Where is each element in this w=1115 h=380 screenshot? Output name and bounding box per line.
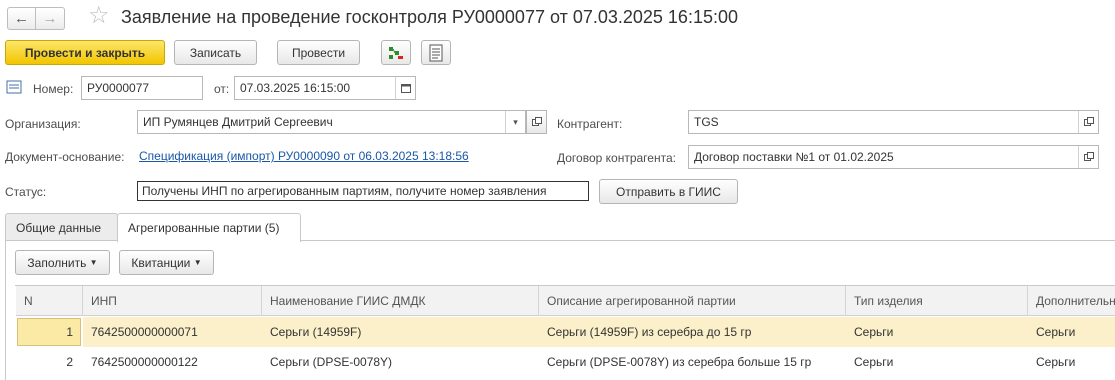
column-header[interactable]: Описание агрегированной партии bbox=[539, 286, 846, 316]
contract-open-icon[interactable] bbox=[1078, 146, 1098, 168]
extra-cell: Серьги bbox=[1036, 325, 1076, 339]
structure-icon bbox=[389, 46, 403, 59]
report-icon bbox=[429, 44, 443, 61]
favorite-star-icon[interactable]: ☆ bbox=[88, 4, 110, 28]
base-doc-link[interactable]: Спецификация (импорт) РУ0000090 от 06.03… bbox=[139, 149, 469, 163]
date-value: 07.03.2025 16:15:00 bbox=[240, 81, 351, 95]
window-title: Заявление на проведение госконтроля РУ00… bbox=[121, 7, 738, 27]
number-label: Номер: bbox=[33, 82, 74, 96]
inp-cell: 7642500000000122 bbox=[91, 355, 198, 369]
counterparty-input[interactable]: TGS bbox=[688, 110, 1099, 134]
arrow-left-icon: ← bbox=[14, 10, 29, 27]
document-icon bbox=[6, 80, 22, 94]
tab-general[interactable]: Общие данные bbox=[5, 213, 118, 241]
calendar-icon[interactable] bbox=[395, 77, 415, 99]
caret-down-icon: ▼ bbox=[193, 258, 202, 267]
type-cell: Серьги bbox=[854, 355, 894, 369]
base-doc-label: Документ-основание: bbox=[5, 150, 125, 164]
forward-button[interactable]: → bbox=[36, 7, 65, 30]
row-number: 2 bbox=[66, 355, 73, 369]
date-input[interactable]: 07.03.2025 16:15:00 bbox=[234, 76, 416, 100]
org-value: ИП Румянцев Дмитрий Сергеевич bbox=[143, 115, 333, 129]
column-header[interactable]: Наименование ГИИС ДМДК bbox=[262, 286, 539, 316]
back-button[interactable]: ← bbox=[7, 7, 36, 30]
org-open-icon[interactable] bbox=[526, 110, 547, 134]
counterparty-open-icon[interactable] bbox=[1078, 111, 1098, 133]
name-cell: Серьги (DPSE-0078Y) bbox=[270, 355, 393, 369]
table-header: N ИНП Наименование ГИИС ДМДК Описание аг… bbox=[16, 286, 1115, 316]
counterparty-label: Контрагент: bbox=[557, 117, 623, 131]
type-cell: Серьги bbox=[854, 325, 894, 339]
inp-cell: 7642500000000071 bbox=[91, 325, 198, 339]
column-header[interactable]: ИНП bbox=[83, 286, 262, 316]
contract-label: Договор контрагента: bbox=[557, 151, 676, 165]
column-header[interactable]: Тип изделия bbox=[846, 286, 1028, 316]
column-header[interactable]: Дополнительные bbox=[1028, 286, 1115, 316]
report-button[interactable] bbox=[421, 40, 451, 65]
structure-button[interactable] bbox=[381, 40, 411, 65]
post-button[interactable]: Провести bbox=[277, 40, 360, 65]
description-cell: Серьги (14959F) из серебра до 15 гр bbox=[547, 325, 752, 339]
save-button[interactable]: Записать bbox=[174, 40, 257, 65]
row-number: 1 bbox=[66, 325, 73, 339]
table-row[interactable]: 2 7642500000000122 Серьги (DPSE-0078Y) С… bbox=[16, 347, 1115, 377]
org-input[interactable]: ИП Румянцев Дмитрий Сергеевич ▾ bbox=[137, 110, 526, 134]
name-cell: Серьги (14959F) bbox=[270, 325, 362, 339]
chevron-down-icon[interactable]: ▾ bbox=[505, 111, 525, 133]
caret-down-icon: ▼ bbox=[89, 258, 98, 267]
arrow-right-icon: → bbox=[42, 10, 58, 27]
tab-aggregated-batches[interactable]: Агрегированные партии (5) bbox=[117, 213, 301, 242]
column-header[interactable]: N bbox=[16, 286, 83, 316]
status-label: Статус: bbox=[5, 185, 47, 199]
send-to-giis-button[interactable]: Отправить в ГИИС bbox=[599, 179, 738, 204]
description-cell: Серьги (DPSE-0078Y) из серебра больше 15… bbox=[547, 355, 812, 369]
contract-input[interactable]: Договор поставки №1 от 01.02.2025 bbox=[688, 145, 1099, 169]
post-and-close-button[interactable]: Провести и закрыть bbox=[5, 40, 165, 65]
contract-value: Договор поставки №1 от 01.02.2025 bbox=[694, 150, 894, 164]
date-label: от: bbox=[214, 82, 230, 96]
aggregated-batches-table: N ИНП Наименование ГИИС ДМДК Описание аг… bbox=[15, 285, 1115, 369]
table-row[interactable]: 1 7642500000000071 Серьги (14959F) Серьг… bbox=[16, 317, 1115, 347]
receipts-button[interactable]: Квитанции ▼ bbox=[119, 250, 214, 275]
fill-label: Заполнить bbox=[27, 255, 87, 270]
number-input[interactable]: РУ0000077 bbox=[81, 76, 203, 100]
counterparty-value: TGS bbox=[694, 115, 719, 129]
status-value: Получены ИНП по агрегированным партиям, … bbox=[137, 181, 589, 201]
extra-cell: Серьги bbox=[1036, 355, 1076, 369]
org-label: Организация: bbox=[5, 117, 81, 131]
receipts-label: Квитанции bbox=[131, 255, 191, 270]
fill-button[interactable]: Заполнить ▼ bbox=[15, 250, 110, 275]
